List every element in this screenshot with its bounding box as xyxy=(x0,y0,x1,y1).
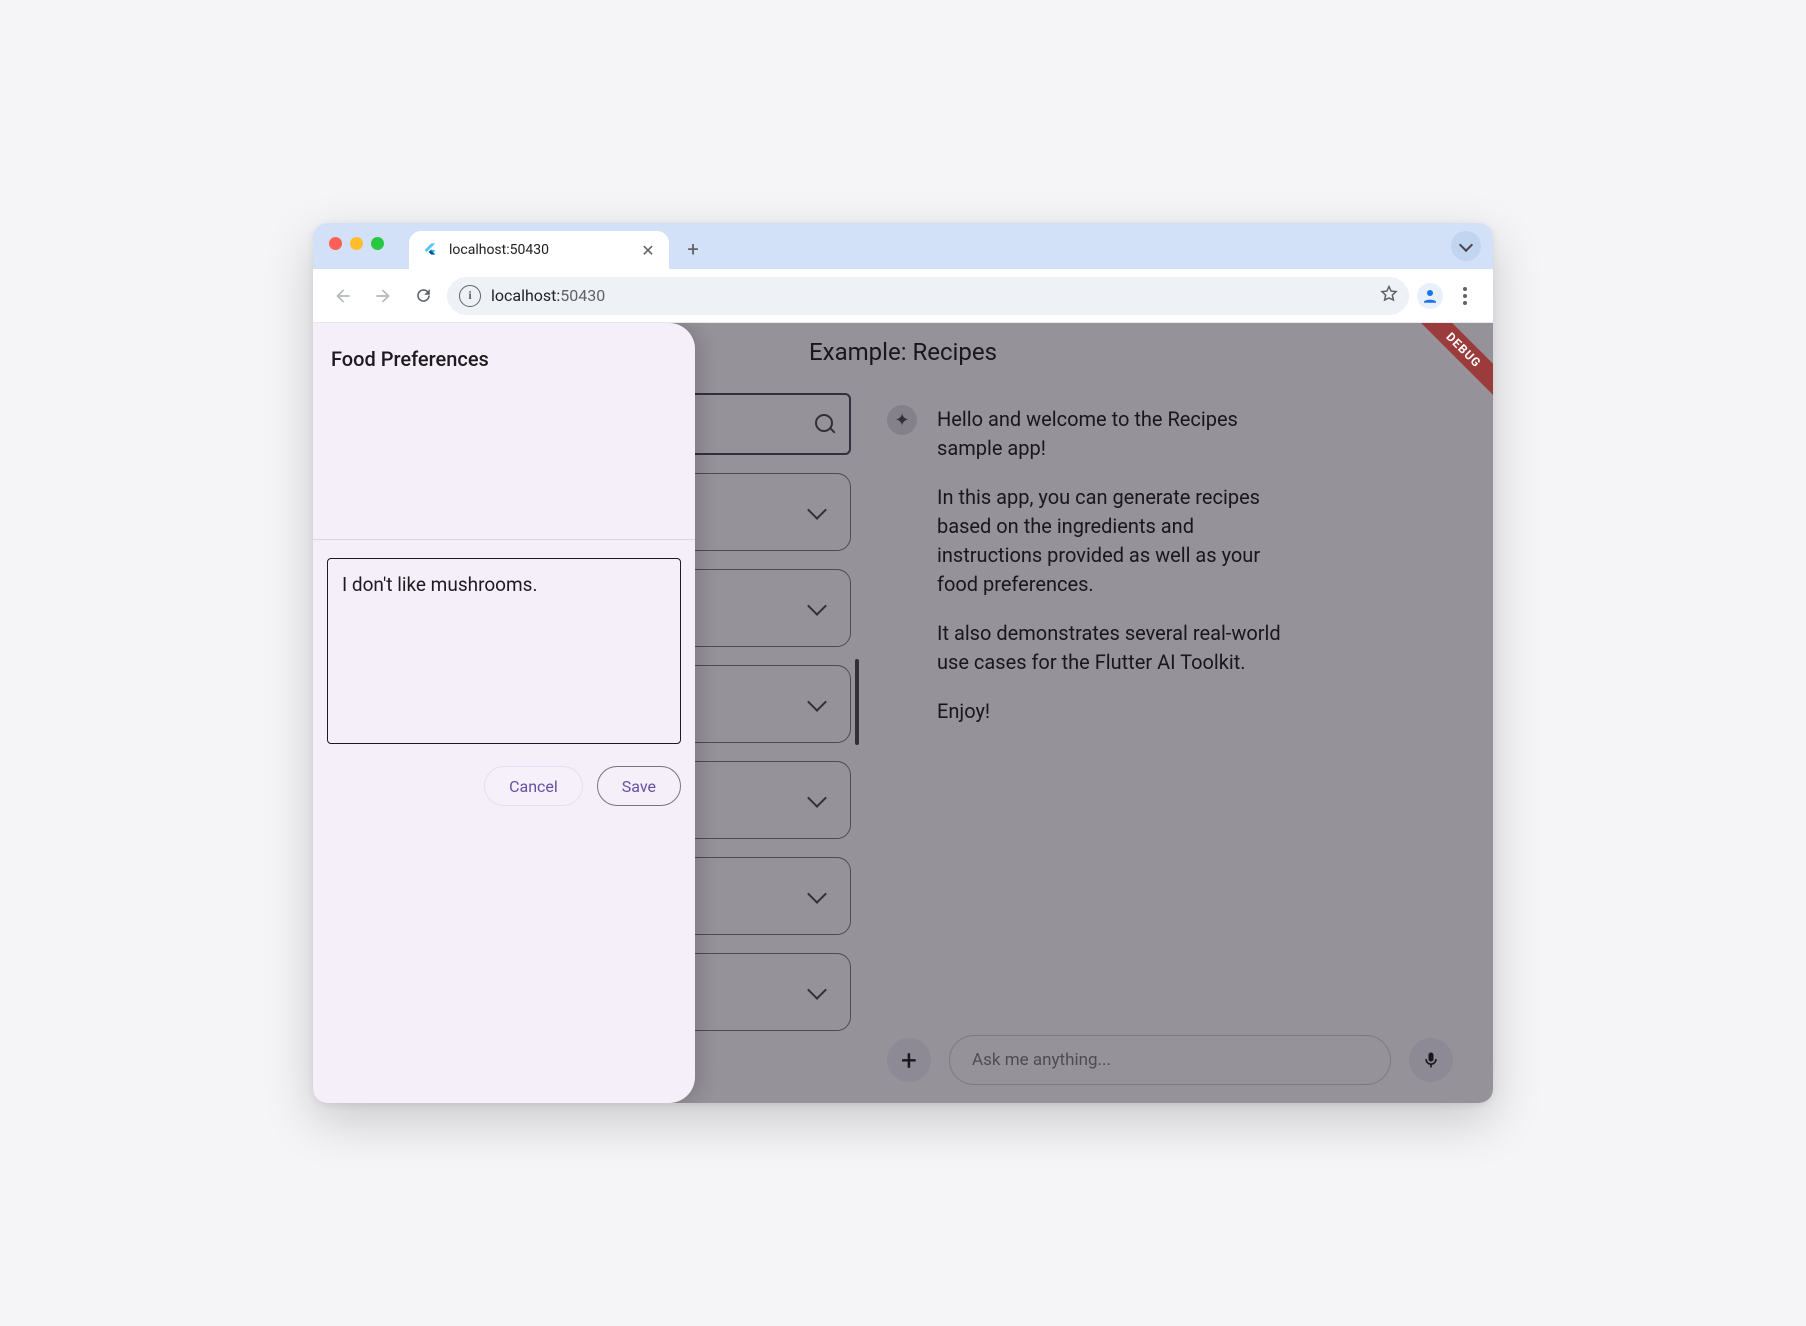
browser-menu-button[interactable] xyxy=(1451,287,1479,305)
reload-button[interactable] xyxy=(407,280,439,312)
preferences-value: I don't like mushrooms. xyxy=(342,573,538,596)
tab-strip: localhost:50430 ✕ + xyxy=(313,223,1493,269)
drawer-separator xyxy=(313,539,695,540)
page-viewport: Example: Recipes xyxy=(313,323,1493,1103)
window-minimize-button[interactable] xyxy=(350,237,363,250)
tab-title: localhost:50430 xyxy=(449,242,629,258)
tab-close-icon[interactable]: ✕ xyxy=(639,241,657,259)
cancel-button[interactable]: Cancel xyxy=(484,766,583,806)
site-info-icon[interactable]: i xyxy=(459,285,481,307)
url-host: localhost: xyxy=(491,286,560,305)
preferences-textarea[interactable]: I don't like mushrooms. xyxy=(327,558,681,744)
url-display: localhost:50430 xyxy=(491,286,605,305)
bookmark-star-icon[interactable] xyxy=(1379,284,1399,308)
browser-tab[interactable]: localhost:50430 ✕ xyxy=(409,231,669,269)
new-tab-button[interactable]: + xyxy=(679,235,707,263)
browser-window: localhost:50430 ✕ + i localhost:50430 xyxy=(313,223,1493,1103)
url-port: 50430 xyxy=(560,286,605,305)
preferences-drawer: Food Preferences I don't like mushrooms.… xyxy=(313,323,695,1103)
forward-button[interactable] xyxy=(367,280,399,312)
window-controls xyxy=(329,237,384,250)
profile-avatar-icon[interactable] xyxy=(1417,283,1443,309)
drawer-actions: Cancel Save xyxy=(327,766,681,806)
window-zoom-button[interactable] xyxy=(371,237,384,250)
address-bar[interactable]: i localhost:50430 xyxy=(447,277,1409,315)
tabstrip-overflow-button[interactable] xyxy=(1451,231,1481,261)
back-button[interactable] xyxy=(327,280,359,312)
browser-toolbar: i localhost:50430 xyxy=(313,269,1493,323)
window-close-button[interactable] xyxy=(329,237,342,250)
flutter-favicon-icon xyxy=(421,241,439,259)
save-button[interactable]: Save xyxy=(597,766,681,806)
drawer-title: Food Preferences xyxy=(327,347,681,371)
